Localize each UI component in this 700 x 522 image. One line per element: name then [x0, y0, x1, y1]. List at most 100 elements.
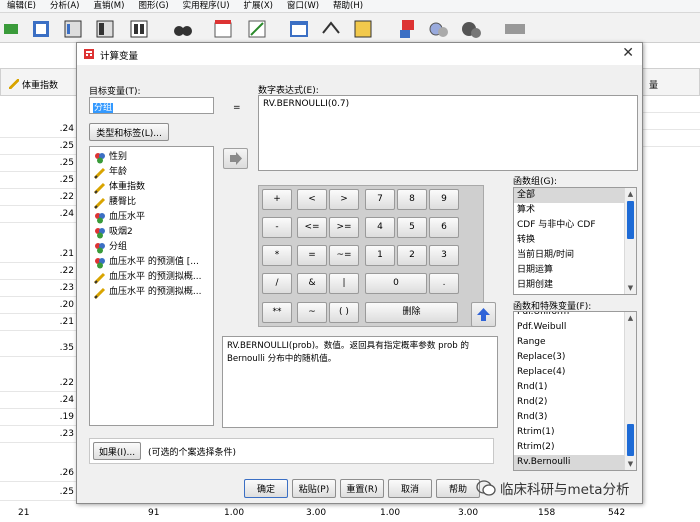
- key-multiply[interactable]: *: [262, 245, 292, 266]
- scroll-thumb[interactable]: [627, 201, 634, 239]
- table-cell[interactable]: .22: [0, 189, 78, 206]
- list-item[interactable]: 算术: [514, 203, 636, 218]
- functions-list[interactable]: Pdf.Uniform Pdf.Weibull Range Replace(3)…: [513, 311, 637, 471]
- table-cell[interactable]: .25: [0, 155, 78, 172]
- table-cell[interactable]: .25: [0, 138, 78, 155]
- table-cell[interactable]: [642, 113, 700, 130]
- menu-edit[interactable]: 编辑(E): [0, 0, 43, 12]
- list-item[interactable]: Pdf.Weibull: [514, 320, 636, 335]
- table-cell[interactable]: .21: [0, 314, 78, 331]
- weight-cases-icon[interactable]: [320, 18, 342, 40]
- list-item[interactable]: Rtrim(1): [514, 425, 636, 440]
- list-item[interactable]: 血压水平 的预测值 [...: [92, 255, 213, 270]
- table-cell[interactable]: .24: [0, 392, 78, 409]
- list-item[interactable]: 血压水平: [92, 210, 213, 225]
- move-variable-button[interactable]: [223, 148, 248, 169]
- table-cell[interactable]: 1.00: [224, 505, 244, 521]
- insert-cases-icon[interactable]: [212, 18, 234, 40]
- goto-variable-icon[interactable]: [94, 18, 116, 40]
- table-cell[interactable]: .21: [0, 246, 78, 263]
- list-item[interactable]: Range: [514, 335, 636, 350]
- table-cell[interactable]: .20: [0, 297, 78, 314]
- undo-icon[interactable]: [2, 18, 24, 40]
- menu-window[interactable]: 窗口(W): [280, 0, 326, 12]
- key-power[interactable]: **: [262, 302, 292, 323]
- list-item[interactable]: 转换: [514, 233, 636, 248]
- table-cell[interactable]: 3.00: [458, 505, 478, 521]
- list-item[interactable]: Pdf.Uniform: [514, 312, 636, 320]
- type-and-label-button[interactable]: 类型和标签(L)...: [89, 123, 169, 141]
- table-cell[interactable]: 3.00: [306, 505, 326, 521]
- reset-button[interactable]: 重置(R): [340, 479, 384, 498]
- cancel-button[interactable]: 取消: [388, 479, 432, 498]
- key-decimal[interactable]: .: [429, 273, 459, 294]
- table-cell[interactable]: .19: [0, 409, 78, 426]
- table-cell[interactable]: [642, 130, 700, 147]
- list-item[interactable]: 血压水平 的预测拟概...: [92, 270, 213, 285]
- select-cases-icon[interactable]: [352, 18, 374, 40]
- table-cell[interactable]: .35: [0, 340, 78, 357]
- menu-analyze[interactable]: 分析(A): [43, 0, 86, 12]
- target-variable-input[interactable]: 分组: [89, 97, 214, 114]
- key-0[interactable]: 0: [365, 273, 427, 294]
- scrollbar[interactable]: ▲ ▼: [624, 312, 636, 470]
- table-cell[interactable]: 21: [18, 505, 29, 521]
- key-9[interactable]: 9: [429, 189, 459, 210]
- spell-check-icon[interactable]: [504, 18, 526, 40]
- key-not[interactable]: ~: [297, 302, 327, 323]
- table-cell[interactable]: [642, 96, 700, 113]
- key-less-equal[interactable]: <=: [297, 217, 327, 238]
- scroll-down-icon[interactable]: ▼: [625, 282, 636, 294]
- list-item[interactable]: 体重指数: [92, 180, 213, 195]
- table-cell[interactable]: .23: [0, 426, 78, 443]
- key-divide[interactable]: /: [262, 273, 292, 294]
- cases-icon[interactable]: [62, 18, 84, 40]
- list-item[interactable]: 分组: [92, 240, 213, 255]
- list-item[interactable]: Rtrim(2): [514, 440, 636, 455]
- variables-icon[interactable]: [128, 18, 150, 40]
- key-less-than[interactable]: <: [297, 189, 327, 210]
- list-item[interactable]: 全部: [514, 188, 636, 203]
- show-sets-icon[interactable]: [460, 18, 482, 40]
- split-file-icon[interactable]: [288, 18, 310, 40]
- key-delete[interactable]: 删除: [365, 302, 458, 323]
- menu-utilities[interactable]: 实用程序(U): [176, 0, 237, 12]
- table-cell[interactable]: .23: [0, 280, 78, 297]
- table-cell[interactable]: .25: [0, 484, 78, 501]
- menu-extensions[interactable]: 扩展(X): [237, 0, 280, 12]
- help-button[interactable]: 帮助: [436, 479, 480, 498]
- list-item[interactable]: 血压水平 的预测拟概...: [92, 285, 213, 300]
- list-item[interactable]: 日期运算: [514, 263, 636, 278]
- variable-list[interactable]: 性别 年龄 体重指数 腰臀比 血压水平 吸烟2 分组 血压水平 的预测值 [..…: [89, 146, 214, 426]
- menu-help[interactable]: 帮助(H): [326, 0, 370, 12]
- list-item[interactable]: 腰臀比: [92, 195, 213, 210]
- if-button[interactable]: 如果(I)...: [93, 442, 141, 460]
- key-5[interactable]: 5: [397, 217, 427, 238]
- value-labels-icon[interactable]: [398, 18, 420, 40]
- scroll-up-icon[interactable]: ▲: [625, 188, 636, 200]
- list-item[interactable]: 日期创建: [514, 278, 636, 293]
- column-header-right[interactable]: 量: [642, 68, 700, 96]
- list-item[interactable]: 年龄: [92, 165, 213, 180]
- key-8[interactable]: 8: [397, 189, 427, 210]
- column-header-bmi[interactable]: 体重指数: [0, 68, 78, 96]
- close-icon[interactable]: ✕: [622, 45, 634, 61]
- key-plus[interactable]: +: [262, 189, 292, 210]
- table-cell[interactable]: 542: [608, 505, 625, 521]
- table-cell[interactable]: .25: [0, 172, 78, 189]
- list-item[interactable]: 吸烟2: [92, 225, 213, 240]
- function-group-list[interactable]: 全部 算术 CDF 与非中心 CDF 转换 当前日期/时间 日期运算 日期创建 …: [513, 187, 637, 295]
- key-6[interactable]: 6: [429, 217, 459, 238]
- list-item[interactable]: 当前日期/时间: [514, 248, 636, 263]
- variable-sets-icon[interactable]: [428, 18, 450, 40]
- menu-graphs[interactable]: 图形(G): [131, 0, 175, 12]
- key-2[interactable]: 2: [397, 245, 427, 266]
- scrollbar[interactable]: ▲ ▼: [624, 188, 636, 294]
- table-cell[interactable]: .26: [0, 465, 78, 482]
- list-item[interactable]: Rv.Bernoulli: [514, 455, 636, 470]
- key-4[interactable]: 4: [365, 217, 395, 238]
- table-cell[interactable]: .24: [0, 121, 78, 138]
- key-3[interactable]: 3: [429, 245, 459, 266]
- table-cell[interactable]: 158: [538, 505, 555, 521]
- table-cell[interactable]: .24: [0, 206, 78, 223]
